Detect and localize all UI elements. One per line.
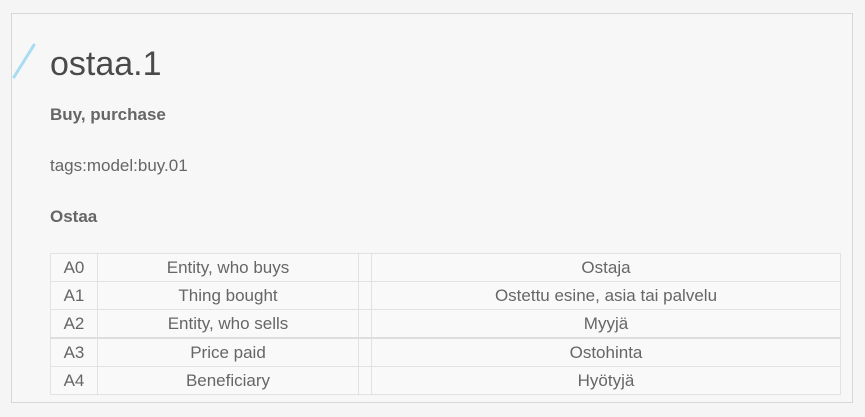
table-row: A3 Price paid Ostohinta <box>50 337 841 367</box>
page-title: ostaa.1 <box>50 45 162 83</box>
spacer-cell <box>358 281 372 310</box>
section-heading: Ostaa <box>50 207 98 226</box>
table-row: A4 Beneficiary Hyötyjä <box>50 366 841 395</box>
arg-cell: A0 <box>50 253 98 282</box>
spacer-cell <box>358 309 372 339</box>
page-subtitle: Buy, purchase <box>50 105 166 124</box>
description-cell: Price paid <box>97 337 359 367</box>
spacer-cell <box>358 253 372 282</box>
description-cell: Beneficiary <box>97 366 359 395</box>
finnish-cell: Ostaja <box>371 253 841 282</box>
arg-cell: A1 <box>50 281 98 310</box>
description-cell: Entity, who buys <box>97 253 359 282</box>
spacer-cell <box>358 337 372 367</box>
arg-cell: A4 <box>50 366 98 395</box>
description-cell: Thing bought <box>97 281 359 310</box>
table-row: A2 Entity, who sells Myyjä <box>50 309 841 339</box>
table-row: A0 Entity, who buys Ostaja <box>50 253 841 282</box>
finnish-cell: Ostettu esine, asia tai palvelu <box>371 281 841 310</box>
roles-table: A0 Entity, who buys Ostaja A1 Thing boug… <box>50 253 841 395</box>
description-cell: Entity, who sells <box>97 309 359 339</box>
finnish-cell: Ostohinta <box>371 337 841 367</box>
finnish-cell: Myyjä <box>371 309 841 339</box>
content-card: ostaa.1 Buy, purchase tags:model:buy.01 … <box>11 13 853 403</box>
table-row: A1 Thing bought Ostettu esine, asia tai … <box>50 281 841 310</box>
spacer-cell <box>358 366 372 395</box>
arg-cell: A3 <box>50 337 98 367</box>
finnish-cell: Hyötyjä <box>371 366 841 395</box>
slash-accent-icon <box>12 43 36 79</box>
tags-line: tags:model:buy.01 <box>50 156 188 175</box>
arg-cell: A2 <box>50 309 98 339</box>
